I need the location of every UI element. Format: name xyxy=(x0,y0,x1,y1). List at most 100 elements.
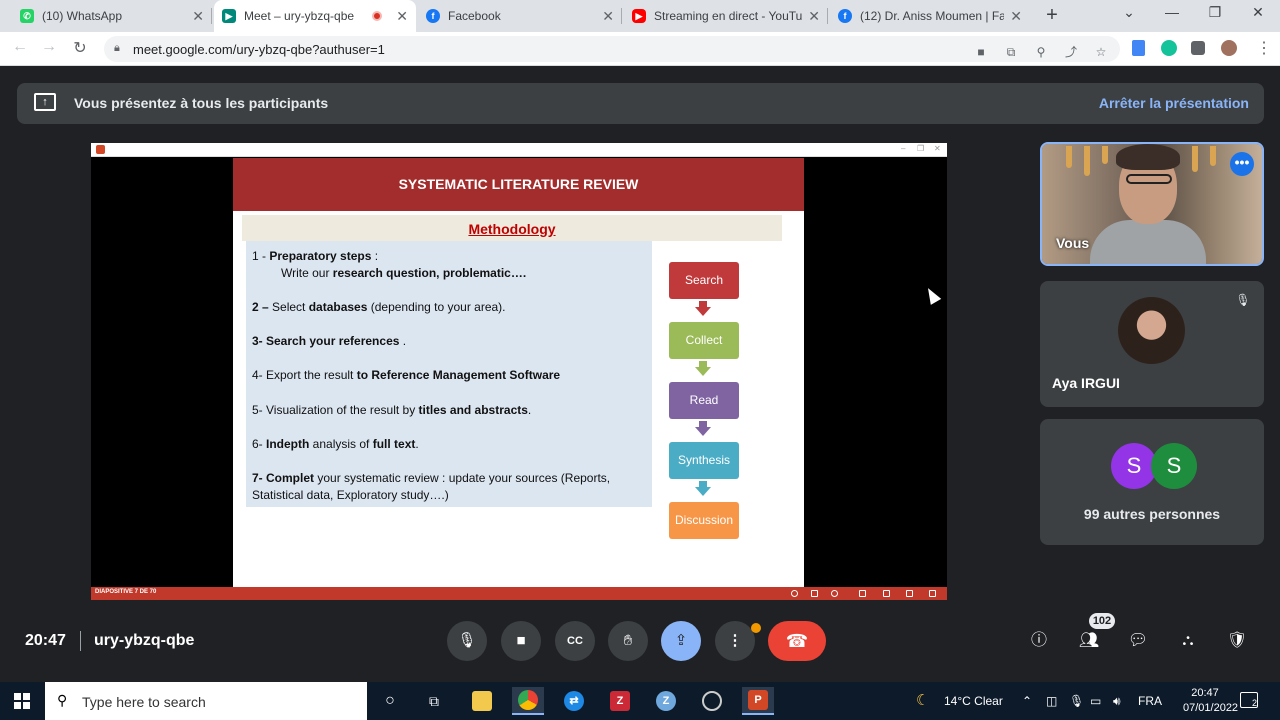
tray-app-icon[interactable]: ◫ xyxy=(1046,694,1057,708)
methodology-step: 6- Indepth analysis of full text. xyxy=(252,436,647,453)
step-text: Select xyxy=(272,300,309,314)
flow-step-collect: Collect xyxy=(669,322,739,359)
close-tab-icon[interactable]: ✕ xyxy=(192,8,204,25)
browser-menu-icon[interactable]: ⋮ xyxy=(1253,38,1275,58)
participant-avatar xyxy=(1118,297,1185,364)
url-text[interactable]: meet.google.com/ury-ybzq-qbe?authuser=1 xyxy=(133,42,385,57)
tab-separator xyxy=(211,8,212,24)
cortana-icon[interactable]: ○ xyxy=(374,687,406,715)
tab-title: (10) WhatsApp xyxy=(42,9,123,23)
zoom-app-icon[interactable]: Z xyxy=(650,687,682,715)
task-view-icon[interactable]: ⧉ xyxy=(418,687,450,715)
raise-hand-button[interactable]: ✋︎ xyxy=(608,621,648,661)
step-text: : xyxy=(371,249,379,263)
file-explorer-icon[interactable] xyxy=(466,687,498,715)
meet-icon: ▶ xyxy=(222,9,236,23)
leave-call-button[interactable]: ☎︎ xyxy=(768,621,826,661)
camera-button[interactable]: ■ xyxy=(501,621,541,661)
tab-search-icon[interactable]: ⌄ xyxy=(1117,4,1141,21)
bookmark-star-icon[interactable]: ☆ xyxy=(1094,45,1108,59)
methodology-step: Write our research question, problematic… xyxy=(281,265,676,282)
taskbar-search[interactable]: ⚲ Type here to search xyxy=(45,682,367,720)
participant-tile[interactable]: 🎙︎ Aya IRGUI xyxy=(1040,281,1264,407)
captions-button[interactable]: CC xyxy=(555,621,595,661)
minimize-button[interactable]: — xyxy=(1160,4,1184,20)
zoom-icon[interactable]: ⚲ xyxy=(1034,45,1048,59)
weather-text[interactable]: 14°C Clear xyxy=(944,694,1003,708)
share-icon[interactable]: ⤴ xyxy=(1064,45,1078,59)
forward-icon[interactable]: → xyxy=(38,38,60,56)
zotero-icon[interactable]: Z xyxy=(604,687,636,715)
more-options-icon[interactable]: ••• xyxy=(1230,152,1254,176)
volume-icon[interactable]: 🔊︎ xyxy=(1113,694,1121,709)
ceiling-light xyxy=(1084,146,1090,176)
teamviewer-icon[interactable]: ⇄ xyxy=(558,687,590,715)
flow-step-search: Search xyxy=(669,262,739,299)
close-tab-icon[interactable]: ✕ xyxy=(602,8,614,25)
others-tile[interactable]: S S 99 autres personnes xyxy=(1040,419,1264,545)
chrome-icon[interactable] xyxy=(512,687,544,715)
more-options-button[interactable]: ⋮ xyxy=(715,621,755,661)
youtube-icon: ▶ xyxy=(632,9,646,23)
reload-icon[interactable]: ↻ xyxy=(69,38,91,58)
address-bar[interactable]: 🔒︎ meet.google.com/ury-ybzq-qbe?authuser… xyxy=(104,36,1120,62)
flow-arrow-icon xyxy=(695,307,711,316)
language-indicator[interactable]: FRA xyxy=(1138,694,1162,708)
reading-view-icon xyxy=(906,590,913,597)
open-external-icon[interactable]: ⧉ xyxy=(1004,45,1018,59)
extensions-puzzle-icon[interactable] xyxy=(1191,41,1205,55)
notes-icon xyxy=(791,590,798,597)
camera-icon[interactable]: ■ xyxy=(974,45,988,59)
host-controls-icon[interactable]: 🛡︎ xyxy=(1225,630,1249,652)
show-hidden-icons[interactable]: ⌃ xyxy=(1022,694,1032,708)
tab-facebook-profile[interactable]: f (12) Dr. Aniss Moumen | Facebook ✕ xyxy=(830,0,1030,32)
tab-title: Streaming en direct - YouTube xyxy=(654,9,803,23)
slide-counter: DIAPOSITIVE 7 DE 70 xyxy=(95,589,157,595)
tab-whatsapp[interactable]: ✆ (10) WhatsApp ✕ xyxy=(12,0,212,32)
close-tab-icon[interactable]: ✕ xyxy=(1010,8,1022,25)
flow-step-discussion: Discussion xyxy=(669,502,739,539)
stop-presenting-button[interactable]: Arrêter la présentation xyxy=(1099,95,1249,111)
step-text: titles and abstracts xyxy=(418,403,528,417)
presenting-banner: ↑ Vous présentez à tous les participants… xyxy=(17,83,1264,124)
methodology-step: 5- Visualization of the result by titles… xyxy=(252,402,647,419)
people-icon[interactable]: 👥︎ xyxy=(1077,630,1101,652)
step-text: Preparatory steps xyxy=(269,249,372,263)
chat-icon[interactable]: 💬︎ xyxy=(1126,630,1150,652)
lock-icon[interactable]: 🔒︎ xyxy=(114,42,120,55)
battery-icon[interactable]: ▭ xyxy=(1090,694,1101,708)
slide-header: SYSTEMATIC LITERATURE REVIEW xyxy=(233,158,804,211)
powerpoint-taskbar-icon[interactable]: P xyxy=(742,687,774,715)
tab-youtube[interactable]: ▶ Streaming en direct - YouTube ✕ xyxy=(624,0,828,32)
browser-toolbar: ← → ↻ 🔒︎ meet.google.com/ury-ybzq-qbe?au… xyxy=(0,32,1280,66)
close-tab-icon[interactable]: ✕ xyxy=(808,8,820,25)
docs-extension-icon[interactable] xyxy=(1132,40,1145,56)
activities-icon[interactable]: ⛬ xyxy=(1176,630,1200,652)
tab-meet[interactable]: ▶ Meet – ury-ybzq-qbe ✕ xyxy=(214,0,416,32)
windows-start-icon[interactable] xyxy=(14,693,30,709)
new-tab-button[interactable]: + xyxy=(1040,4,1064,27)
close-tab-icon[interactable]: ✕ xyxy=(396,8,408,25)
recording-icon xyxy=(372,11,383,21)
profile-avatar[interactable] xyxy=(1221,40,1237,56)
self-video-tile[interactable]: Vous ••• xyxy=(1040,142,1264,266)
system-clock[interactable]: 20:47 07/01/2022 xyxy=(1183,686,1238,716)
grammarly-extension-icon[interactable] xyxy=(1161,40,1177,56)
tab-facebook[interactable]: f Facebook ✕ xyxy=(418,0,622,32)
step-text: 5- Visualization of the result by xyxy=(252,403,419,417)
search-icon: ⚲ xyxy=(57,692,68,708)
microphone-tray-icon[interactable]: 🎙︎ xyxy=(1069,694,1084,708)
microphone-button[interactable]: 🎙︎ xyxy=(447,621,487,661)
step-text: to Reference Management Software xyxy=(356,368,561,382)
maximize-button[interactable]: ❐ xyxy=(1203,4,1227,21)
weather-icon[interactable]: ☾ xyxy=(916,691,929,709)
tab-separator xyxy=(827,8,828,24)
obs-icon[interactable] xyxy=(696,687,728,715)
participant-avatar: S xyxy=(1151,443,1197,489)
present-now-button[interactable]: ⇪ xyxy=(661,621,701,661)
back-icon[interactable]: ← xyxy=(9,38,31,56)
close-window-button[interactable]: ✕ xyxy=(1246,4,1270,21)
ppt-restore-icon: ❐ xyxy=(917,144,925,153)
notifications-icon[interactable]: 2 xyxy=(1240,692,1258,708)
meeting-details-icon[interactable]: ⓘ xyxy=(1027,630,1051,652)
